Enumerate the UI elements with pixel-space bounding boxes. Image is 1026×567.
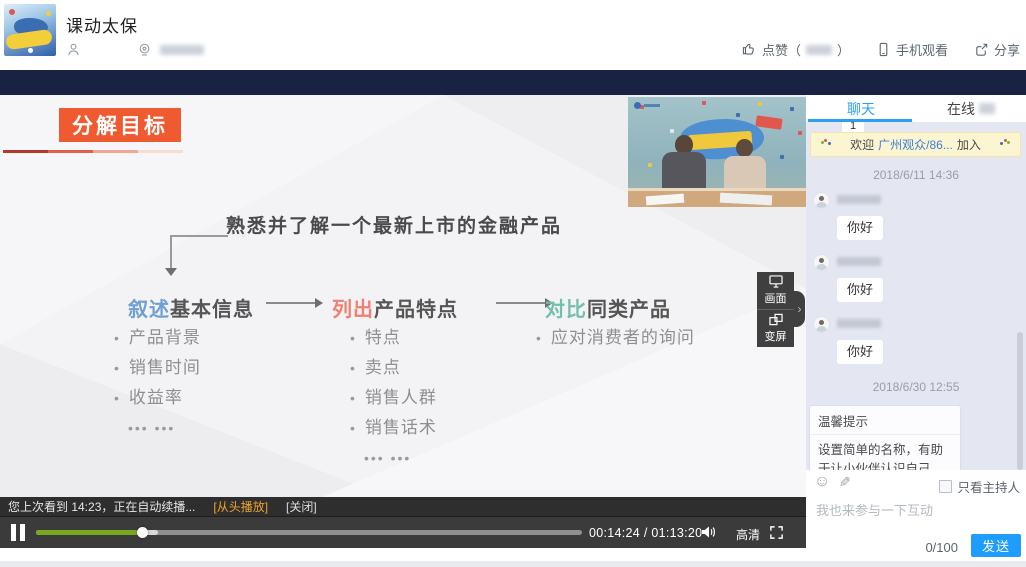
sidebar-tabs: 聊天 在线 xyxy=(806,95,1026,122)
slide-title: 分解目标 xyxy=(59,108,181,142)
presenter-right xyxy=(736,139,753,157)
redacted-viewer-count xyxy=(160,45,204,55)
progress-played xyxy=(36,530,143,535)
replay-from-start-link[interactable]: [从头播放] xyxy=(213,498,268,515)
bullet-list-1: 产品背景 销售时间 收益率 ••• ••• xyxy=(114,323,201,443)
system-notice-card: 温馨提示 设置简单的名称，有助于让小伙伴认识自己 xyxy=(810,406,960,470)
share-button[interactable]: 分享 xyxy=(974,40,1020,59)
resume-notice-bar: 您上次看到 14:23，正在自动续播... [从头播放] [关闭] xyxy=(0,497,806,517)
close-notice-link[interactable]: [关闭] xyxy=(286,498,317,515)
volume-icon[interactable] xyxy=(700,524,718,540)
quality-selector[interactable]: 高清 xyxy=(736,526,760,543)
like-button[interactable]: 点赞（） xyxy=(742,40,850,59)
webcam-icon xyxy=(137,42,152,57)
redacted-username xyxy=(837,257,881,266)
party-popper-icon xyxy=(1002,139,1013,150)
emoji-icon[interactable]: ☺ xyxy=(814,474,830,490)
bullet-list-2: 特点 卖点 销售人群 销售话术 ••• ••• xyxy=(350,323,437,473)
share-icon xyxy=(974,42,989,57)
share-label: 分享 xyxy=(994,40,1020,59)
connector-line xyxy=(170,235,228,237)
right-arrow-icon xyxy=(266,302,316,304)
only-host-label: 只看主持人 xyxy=(957,477,1020,496)
chat-message-list: 1 欢迎 广州观众/86... 加入 2018/6/11 14:36 你好 你好… xyxy=(806,122,1026,470)
slide-heading: 熟悉并了解一个最新上市的金融产品 xyxy=(226,211,562,238)
course-thumbnail xyxy=(4,4,56,56)
webcam-brand-logo xyxy=(634,102,660,109)
chat-date-divider: 2018/6/11 14:36 xyxy=(806,168,1026,182)
watch-on-phone-button[interactable]: 手机观看 xyxy=(876,40,948,59)
slide-content: 分解目标 熟悉并了解一个最新上市的金融产品 叙述基本信息 列出产品特点 对比同类… xyxy=(0,95,806,497)
down-arrow-icon xyxy=(165,268,177,276)
screen-mode-label: 画面 xyxy=(765,290,787,306)
char-counter: 0/100 xyxy=(925,540,958,555)
flow-step-2: 列出产品特点 xyxy=(332,293,458,322)
phone-icon xyxy=(876,42,891,57)
chat-message: 你好 xyxy=(837,340,883,364)
welcome-username: 广州观众/86... xyxy=(878,136,953,153)
like-label: 点赞（ xyxy=(762,40,801,59)
welcome-banner: 欢迎 广州观众/86... 加入 xyxy=(810,132,1021,157)
avatar xyxy=(813,254,830,271)
party-popper-icon xyxy=(818,139,829,150)
header-actions: 点赞（） 手机观看 分享 xyxy=(742,40,1020,59)
monitor-icon xyxy=(768,275,784,288)
redacted-online-count xyxy=(979,103,995,114)
resume-text: 您上次看到 14:23，正在自动续播... xyxy=(8,498,195,515)
send-button[interactable]: 发送 xyxy=(971,534,1021,557)
chat-date-divider: 2018/6/30 12:55 xyxy=(806,380,1026,394)
avatar xyxy=(813,316,830,333)
flow-step-3: 对比同类产品 xyxy=(545,293,671,322)
chat-message: 你好 xyxy=(837,216,883,240)
chat-input-panel: ☺ ✎ 只看主持人 0/100 发送 xyxy=(806,470,1026,567)
redacted-like-count xyxy=(806,45,832,55)
fullscreen-icon[interactable] xyxy=(769,525,784,540)
only-host-checkbox[interactable] xyxy=(939,480,952,493)
swap-screen-button[interactable]: 变屏 xyxy=(757,310,794,347)
chat-input[interactable] xyxy=(814,498,1018,534)
only-host-toggle[interactable]: 只看主持人 xyxy=(939,477,1020,496)
notice-title: 温馨提示 xyxy=(810,406,960,435)
pencil-icon[interactable]: ✎ xyxy=(839,475,851,489)
avatar xyxy=(813,192,830,209)
progress-bar[interactable] xyxy=(36,530,582,535)
time-display: 00:14:24 / 01:13:20 xyxy=(589,526,702,540)
player-letterbox-bar xyxy=(0,70,1026,95)
chat-scrollbar[interactable] xyxy=(1017,332,1023,470)
presenter-icon xyxy=(66,42,81,57)
redacted-username xyxy=(837,319,881,328)
thumbs-up-icon xyxy=(742,42,757,57)
notice-body: 设置简单的名称，有助于让小伙伴认识自己 xyxy=(810,435,960,470)
chat-sidebar: 聊天 在线 1 欢迎 广州观众/86... 加入 2018/6/11 14:36… xyxy=(806,95,1026,567)
progress-knob[interactable] xyxy=(137,527,148,538)
right-arrow-icon xyxy=(496,302,546,304)
redacted-username xyxy=(837,195,881,204)
watch-on-phone-label: 手机观看 xyxy=(896,40,948,59)
screen-mode-button[interactable]: 画面 xyxy=(757,272,794,310)
tab-chat[interactable]: 聊天 xyxy=(806,95,916,122)
presenter-webcam xyxy=(628,97,806,207)
page-bottom-strip xyxy=(0,561,1026,567)
live-course-page: 课动太保 点赞（） 手机观看 xyxy=(0,0,1026,567)
page-header: 课动太保 点赞（） 手机观看 xyxy=(0,0,1026,70)
swap-screen-label: 变屏 xyxy=(765,328,787,344)
collapse-panel-arrow[interactable]: › xyxy=(794,291,805,327)
player-controls: 00:14:24 / 01:13:20 高清 xyxy=(0,517,806,548)
dual-screen-icon xyxy=(768,313,784,326)
pause-button[interactable] xyxy=(11,524,25,541)
bullet-list-3: 应对消费者的询问 xyxy=(536,323,695,353)
page-title: 课动太保 xyxy=(66,12,138,37)
video-player[interactable]: 分解目标 熟悉并了解一个最新上市的金融产品 叙述基本信息 列出产品特点 对比同类… xyxy=(0,95,806,548)
slide-title-underline xyxy=(3,150,183,153)
flow-step-1: 叙述基本信息 xyxy=(128,293,254,322)
chat-message: 你好 xyxy=(837,278,883,302)
tab-online[interactable]: 在线 xyxy=(916,95,1026,122)
